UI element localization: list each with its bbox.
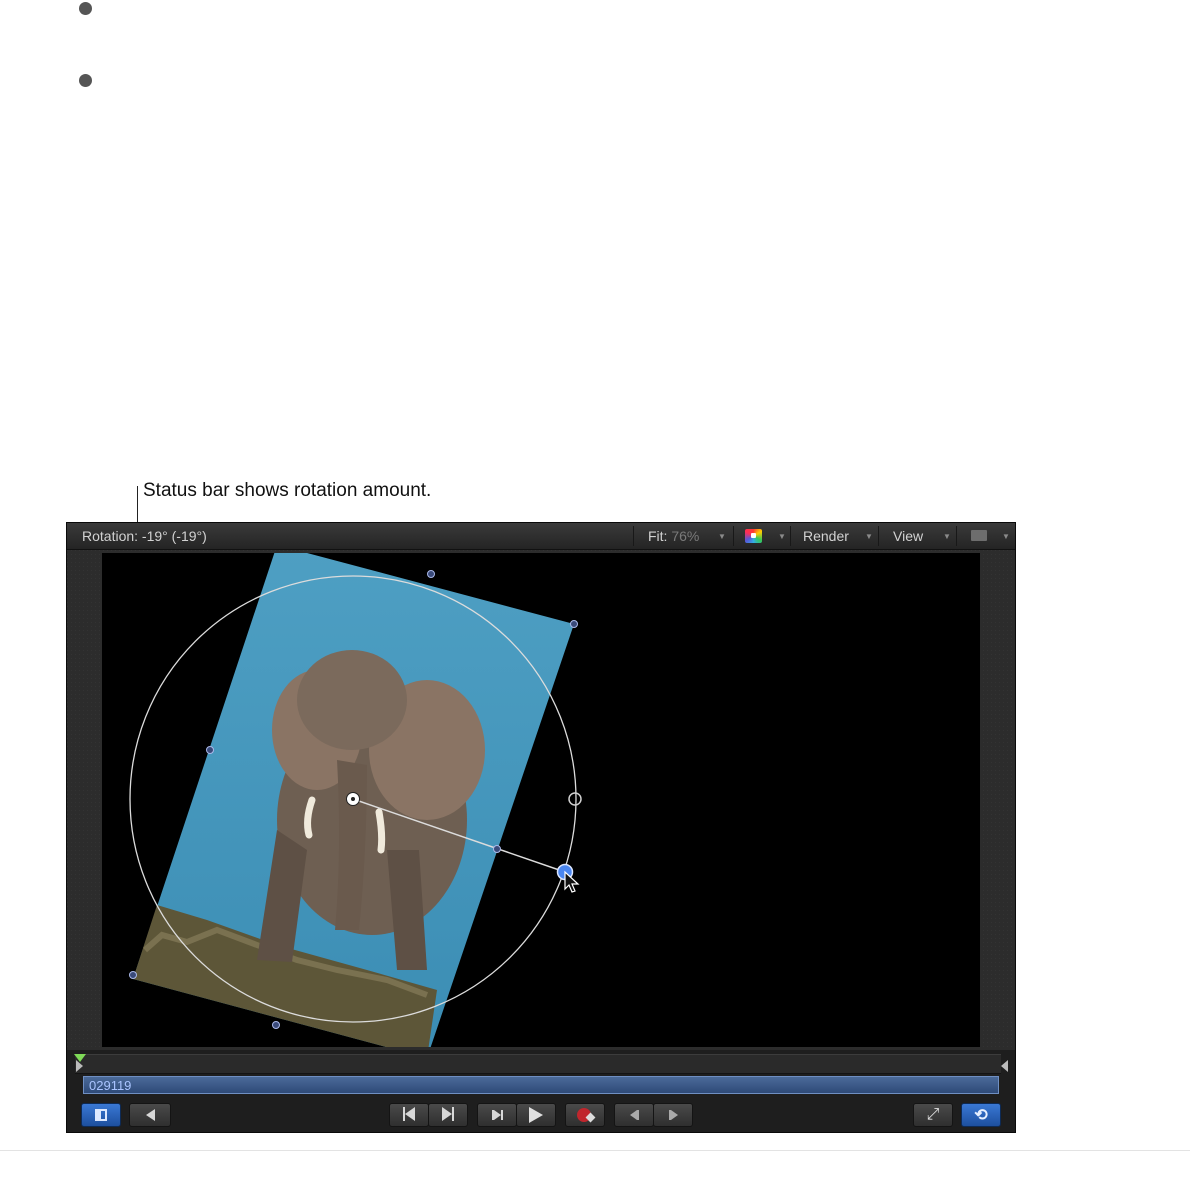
loop-icon: ⟲ <box>974 1107 988 1124</box>
toggle-timeline-button[interactable] <box>81 1103 121 1127</box>
go-to-start-button[interactable] <box>389 1103 429 1127</box>
page-divider <box>0 1150 1190 1151</box>
fit-menu[interactable]: Fit: 76% <box>648 528 699 544</box>
fit-label: Fit: <box>648 528 668 544</box>
render-caret-icon[interactable]: ▼ <box>865 532 873 541</box>
separator <box>633 526 634 546</box>
fit-caret-icon[interactable]: ▼ <box>718 532 726 541</box>
mini-timeline[interactable] <box>74 1054 1008 1074</box>
clip-bar[interactable]: 029119 <box>83 1076 999 1094</box>
previous-frame-button[interactable] <box>614 1103 654 1127</box>
rotation-status: Rotation: -19° (-19°) <box>82 528 207 544</box>
color-channels-icon[interactable] <box>745 529 762 543</box>
full-screen-button[interactable]: ⤢ <box>913 1103 953 1127</box>
loop-button[interactable]: ⟲ <box>961 1103 1001 1127</box>
color-caret-icon[interactable]: ▼ <box>778 532 786 541</box>
canvas-window: Rotation: -19° (-19°) Fit: 76% ▼ ▼ Rende… <box>66 522 1016 1133</box>
go-to-end-icon <box>442 1106 454 1124</box>
render-menu[interactable]: Render <box>803 528 849 544</box>
play-button[interactable] <box>516 1103 556 1127</box>
separator <box>790 526 791 546</box>
separator <box>878 526 879 546</box>
canvas-viewer[interactable] <box>67 550 1015 1050</box>
play-from-start-button[interactable] <box>477 1103 517 1127</box>
bullet-1 <box>79 2 92 15</box>
canvas-drawing <box>67 550 1015 1050</box>
next-frame-button[interactable] <box>653 1103 693 1127</box>
play-icon <box>529 1107 543 1123</box>
record-icon <box>576 1108 595 1123</box>
separator <box>733 526 734 546</box>
callout-text: Status bar shows rotation amount. <box>143 480 432 501</box>
audio-button[interactable] <box>129 1103 171 1127</box>
previous-frame-icon <box>629 1108 639 1123</box>
clip-label: 029119 <box>89 1078 132 1093</box>
play-from-start-icon <box>491 1108 503 1123</box>
go-to-start-icon <box>403 1106 415 1124</box>
full-screen-icon: ⤢ <box>926 1106 940 1123</box>
view-caret-icon[interactable]: ▼ <box>943 532 951 541</box>
separator <box>956 526 957 546</box>
next-frame-icon <box>668 1108 678 1123</box>
view-menu[interactable]: View <box>893 528 923 544</box>
layout-icon[interactable] <box>971 530 987 541</box>
playhead-icon[interactable] <box>74 1054 86 1062</box>
bullet-2 <box>79 74 92 87</box>
toggle-timeline-icon <box>95 1109 107 1121</box>
record-button[interactable] <box>565 1103 605 1127</box>
go-to-end-button[interactable] <box>428 1103 468 1127</box>
play-range-out-icon[interactable] <box>1001 1060 1008 1072</box>
fit-value: 76% <box>671 528 700 544</box>
layout-caret-icon[interactable]: ▼ <box>1002 532 1010 541</box>
status-bar: Rotation: -19° (-19°) Fit: 76% ▼ ▼ Rende… <box>67 523 1015 550</box>
audio-icon <box>145 1109 155 1121</box>
transport-controls: ⤢ ⟲ <box>67 1098 1015 1132</box>
